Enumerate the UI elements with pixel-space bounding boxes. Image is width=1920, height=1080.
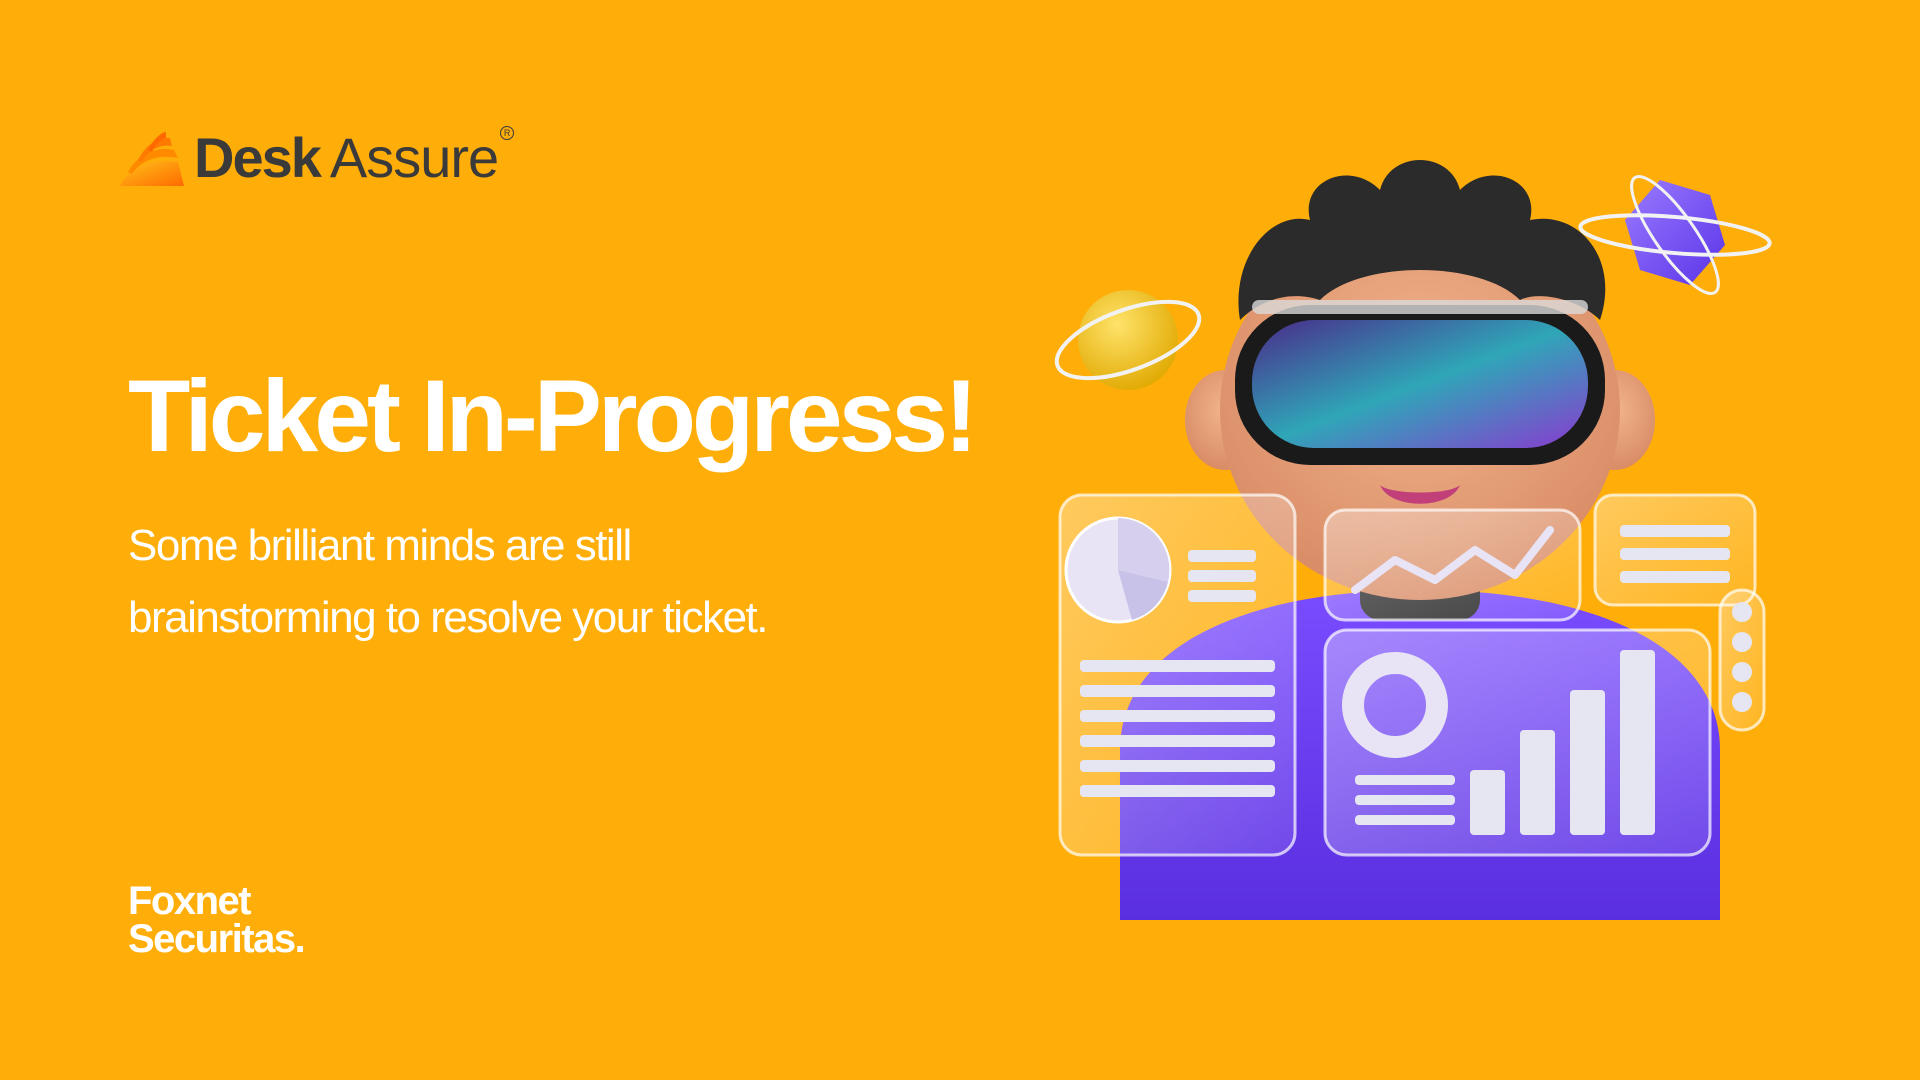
foxnet-brand: Foxnet Securitas.	[128, 879, 306, 961]
planet-icon	[1054, 290, 1202, 390]
left-dashboard-panel	[1058, 493, 1297, 857]
ticket-status-page: Desk Assure R Ticket In-Progress! Some b…	[0, 0, 1920, 1080]
vr-character-illustration	[1054, 160, 1772, 920]
registered-mark: R	[500, 126, 515, 140]
pie-chart-icon	[1064, 516, 1172, 624]
logo-mark-icon	[120, 132, 184, 186]
right-list-panel	[1593, 493, 1757, 607]
side-toggle-strip	[1718, 588, 1766, 732]
crystal-icon	[1578, 175, 1772, 295]
logo-word-assure: Assure	[329, 126, 499, 189]
line-chart-panel	[1323, 508, 1582, 622]
page-subtitle: Some brilliant minds are still brainstor…	[128, 521, 769, 642]
brand-line-1: Foxnet	[128, 879, 252, 923]
brand-line-2: Securitas.	[128, 917, 306, 961]
desk-assure-logo: Desk Assure R	[118, 126, 515, 189]
bottom-dashboard-panel	[1323, 628, 1712, 857]
vr-headset-icon	[1235, 300, 1605, 465]
page-title: Ticket In-Progress!	[128, 359, 978, 473]
logo-word-desk: Desk	[194, 126, 322, 189]
